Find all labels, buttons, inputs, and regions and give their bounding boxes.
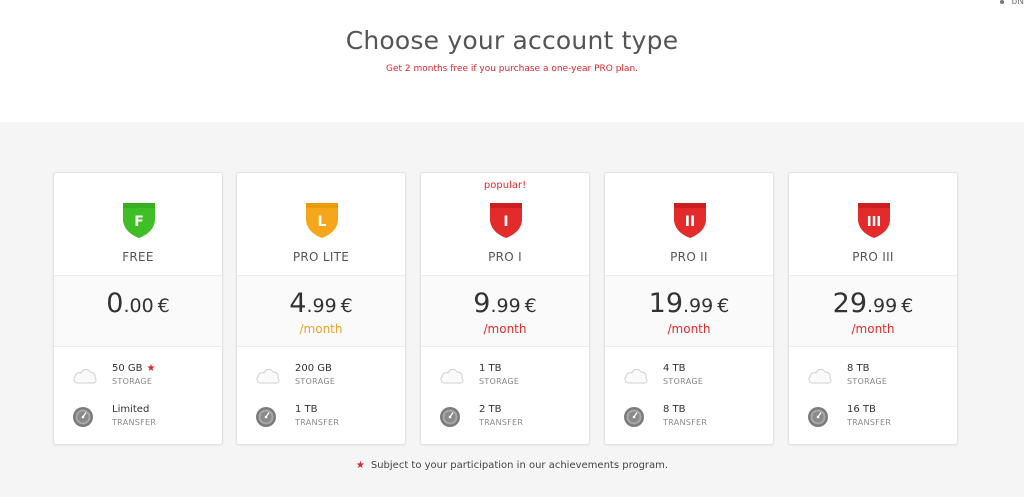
plan-card-pro-3[interactable]: III PRO III 29.99 € /month 8 TB STORAGE 1… (788, 172, 958, 445)
plan-name: PRO LITE (292, 250, 350, 264)
transfer-feature: 16 TB TRANSFER (807, 404, 947, 430)
svg-text:I: I (503, 214, 508, 230)
plan-name: PRO I (488, 250, 522, 264)
corner-indicator: bN (999, 0, 1024, 7)
svg-text:III: III (867, 215, 882, 230)
price: 0.00 € (106, 288, 170, 319)
cloud-icon (807, 365, 832, 387)
transfer-label: TRANSFER (663, 418, 708, 427)
header: Choose your account type Get 2 months fr… (0, 0, 1024, 122)
promo-subtitle: Get 2 months free if you purchase a one-… (385, 64, 639, 74)
plans-section: F FREE 0.00 € 50 GB ★ STORAGE Limited TRAN… (0, 122, 1024, 497)
storage-value: 8 TB (847, 363, 870, 374)
transfer-label: TRANSFER (295, 418, 340, 427)
price: 9.99 € (473, 288, 537, 319)
star-icon: ★ (146, 363, 156, 374)
shield-pro-3-icon: III (855, 199, 893, 239)
transfer-value: Limited (112, 404, 150, 415)
price: 29.99 € (832, 288, 914, 319)
cloud-icon (72, 365, 97, 387)
popular-tag: popular! (483, 180, 527, 191)
transfer-feature: 8 TB TRANSFER (623, 404, 763, 430)
price-box: 4.99 € /month (237, 275, 405, 347)
speedometer-icon (623, 406, 645, 428)
storage-label: STORAGE (295, 377, 336, 386)
cloud-icon (439, 365, 464, 387)
shield-free-icon: F (120, 199, 158, 239)
svg-text:L: L (318, 214, 327, 230)
corner-text: bN (1011, 0, 1024, 7)
shield-pro-2-icon: II (671, 199, 709, 239)
price: 19.99 € (648, 288, 730, 319)
transfer-feature: Limited TRANSFER (72, 404, 212, 430)
page-title: Choose your account type (345, 26, 679, 55)
plan-card-pro-2[interactable]: II PRO II 19.99 € /month 4 TB STORAGE 8 T… (604, 172, 774, 445)
storage-feature: 200 GB STORAGE (255, 363, 395, 389)
speedometer-icon (72, 406, 94, 428)
price-box: 29.99 € /month (789, 275, 957, 347)
storage-feature: 50 GB ★ STORAGE (72, 363, 212, 389)
price-box: 19.99 € /month (605, 275, 773, 347)
per-month: /month (851, 322, 895, 336)
per-month: /month (667, 322, 711, 336)
speedometer-icon (255, 406, 277, 428)
svg-text:II: II (685, 214, 695, 230)
transfer-value: 16 TB (847, 404, 876, 415)
transfer-label: TRANSFER (847, 418, 892, 427)
shield-pro-lite-icon: L (303, 199, 341, 239)
achievements-footnote: ★ Subject to your participation in our ac… (0, 460, 1024, 471)
plan-card-free[interactable]: F FREE 0.00 € 50 GB ★ STORAGE Limited TRAN… (53, 172, 223, 445)
bullet-icon (999, 0, 1004, 4)
transfer-value: 8 TB (663, 404, 686, 415)
transfer-label: TRANSFER (112, 418, 157, 427)
star-icon: ★ (355, 460, 365, 471)
price-box: 0.00 € (54, 275, 222, 347)
storage-label: STORAGE (663, 377, 704, 386)
storage-feature: 8 TB STORAGE (807, 363, 947, 389)
plan-card-pro-lite[interactable]: L PRO LITE 4.99 € /month 200 GB STORAGE 1… (236, 172, 406, 445)
plan-name: PRO II (670, 250, 708, 264)
storage-value: 50 GB (112, 363, 143, 374)
speedometer-icon (439, 406, 461, 428)
per-month: /month (483, 322, 527, 336)
shield-pro-1-icon: I (487, 199, 525, 239)
plan-card-pro-1[interactable]: popular! I PRO I 9.99 € /month 1 TB STORA… (420, 172, 590, 445)
transfer-value: 2 TB (479, 404, 502, 415)
storage-label: STORAGE (112, 377, 153, 386)
storage-value: 200 GB (295, 363, 332, 374)
transfer-value: 1 TB (295, 404, 318, 415)
cloud-icon (623, 365, 648, 387)
plan-name: FREE (122, 250, 154, 264)
storage-label: STORAGE (847, 377, 888, 386)
svg-text:F: F (134, 214, 144, 230)
transfer-label: TRANSFER (479, 418, 524, 427)
storage-value: 1 TB (479, 363, 502, 374)
transfer-feature: 2 TB TRANSFER (439, 404, 579, 430)
storage-feature: 4 TB STORAGE (623, 363, 763, 389)
per-month: /month (299, 322, 343, 336)
price-box: 9.99 € /month (421, 275, 589, 347)
cloud-icon (255, 365, 280, 387)
plan-name: PRO III (852, 250, 894, 264)
footnote-text: Subject to your participation in our ach… (370, 460, 669, 471)
storage-feature: 1 TB STORAGE (439, 363, 579, 389)
speedometer-icon (807, 406, 829, 428)
storage-value: 4 TB (663, 363, 686, 374)
transfer-feature: 1 TB TRANSFER (255, 404, 395, 430)
price: 4.99 € (289, 288, 353, 319)
storage-label: STORAGE (479, 377, 520, 386)
